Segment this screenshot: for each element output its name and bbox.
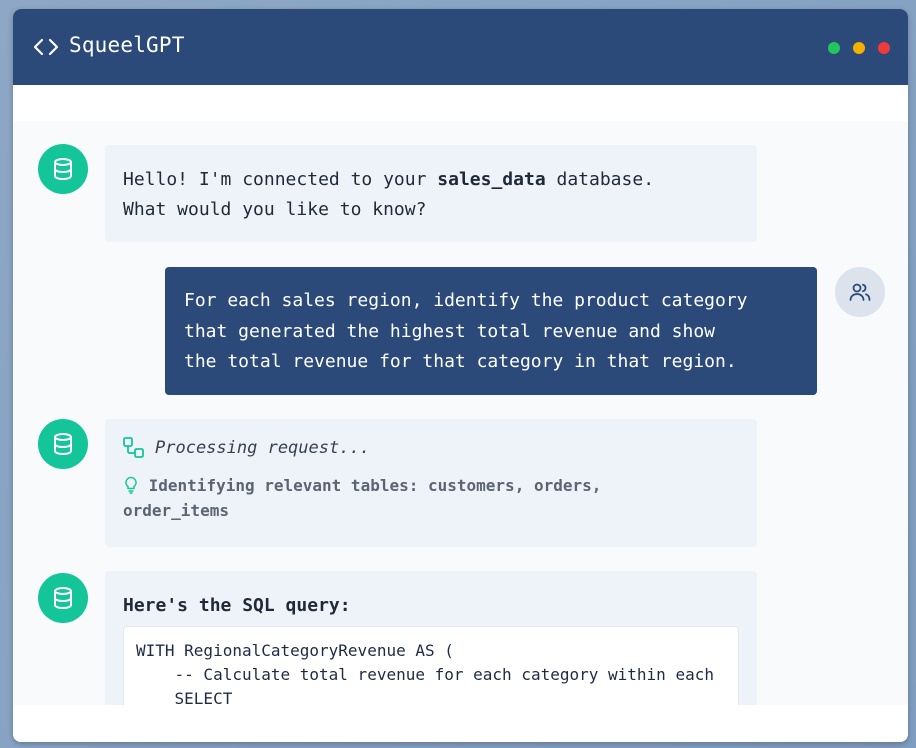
identify-tables-text: Identifying relevant tables: customers, …	[123, 473, 739, 523]
user-line: For each sales region, identify the prod…	[184, 290, 748, 311]
processing-text: Processing request...	[155, 438, 370, 458]
workflow-icon	[123, 437, 144, 458]
bot-avatar	[38, 573, 88, 623]
identify-line-2: order_items	[123, 501, 229, 520]
identify-line-1: Identifying relevant tables: customers, …	[148, 476, 602, 495]
bot-message-processing: Processing request... Identifying releva…	[105, 419, 757, 547]
window-controls	[828, 42, 890, 54]
database-icon	[54, 587, 72, 610]
sql-code[interactable]: WITH RegionalCategoryRevenue AS ( -- Cal…	[124, 627, 738, 705]
bot-avatar	[38, 419, 88, 469]
sql-code-block[interactable]: WITH RegionalCategoryRevenue AS ( -- Cal…	[123, 626, 739, 705]
app-window: SqueelGPT Hello! I'm connected to your s…	[13, 9, 908, 742]
greeting-prefix: Hello! I'm connected to your	[123, 169, 438, 190]
sql-heading: Here's the SQL query:	[123, 595, 351, 616]
users-icon	[849, 283, 871, 301]
input-area[interactable]	[13, 705, 908, 742]
user-message: For each sales region, identify the prod…	[165, 267, 817, 395]
app-title: SqueelGPT	[69, 33, 185, 57]
greeting-text: Hello! I'm connected to your sales_data …	[123, 165, 739, 225]
chat-area[interactable]: Hello! I'm connected to your sales_data …	[13, 121, 908, 705]
database-name: sales_data	[437, 169, 546, 190]
close-button[interactable]	[878, 42, 890, 54]
database-icon	[54, 158, 72, 181]
code-brackets-icon	[33, 38, 59, 56]
maximize-button[interactable]	[828, 42, 840, 54]
processing-status: Processing request...	[123, 437, 739, 459]
greeting-suffix: database.	[545, 169, 655, 190]
title-bar: SqueelGPT	[13, 9, 908, 85]
greeting-question: What would you like to know?	[123, 199, 427, 220]
user-avatar	[835, 267, 885, 317]
bot-message-sql: Here's the SQL query: WITH RegionalCateg…	[105, 571, 757, 705]
user-line: that generated the highest total revenue…	[184, 320, 716, 342]
lightbulb-icon	[125, 476, 137, 494]
bot-avatar	[38, 144, 88, 194]
minimize-button[interactable]	[853, 42, 865, 54]
bot-message-greeting: Hello! I'm connected to your sales_data …	[105, 145, 757, 242]
database-icon	[54, 433, 72, 456]
user-line: the total revenue for that category in t…	[184, 351, 737, 372]
user-message-text: For each sales region, identify the prod…	[184, 286, 798, 378]
